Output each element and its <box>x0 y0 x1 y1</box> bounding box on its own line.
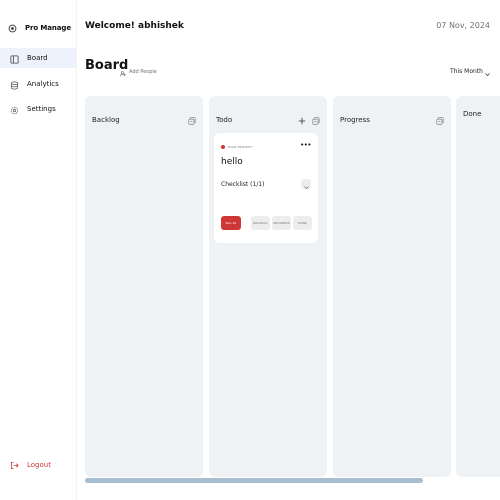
move-done-button[interactable]: DONE <box>293 216 312 230</box>
column-progress: Progress <box>333 96 451 477</box>
logout-button[interactable]: Logout <box>10 455 51 474</box>
current-date: 07 Nov, 2024 <box>436 21 490 30</box>
sidebar-item-label: Settings <box>27 105 56 113</box>
task-card[interactable]: HIGH PRIORITY ••• hello Checklist (1/1) … <box>214 133 318 243</box>
column-header: Done <box>463 110 493 118</box>
column-title: Todo <box>216 115 233 124</box>
move-backlog-button[interactable]: BACKLOG <box>251 216 270 230</box>
sidebar-item-board[interactable]: Board <box>0 48 76 68</box>
brand-name: Pro Manage <box>25 23 71 32</box>
database-icon <box>10 75 19 94</box>
column-header: Todo <box>216 110 320 129</box>
logout-label: Logout <box>27 460 51 469</box>
sidebar: Pro Manage Board Analytics Settings Logo… <box>0 0 76 500</box>
sidebar-item-settings[interactable]: Settings <box>0 99 76 119</box>
collapse-all-icon[interactable] <box>436 110 444 129</box>
layout-icon <box>10 49 19 68</box>
sidebar-divider <box>76 0 77 500</box>
column-title: Done <box>463 110 482 118</box>
sidebar-item-label: Analytics <box>27 80 59 88</box>
column-backlog: Backlog <box>85 96 203 477</box>
column-title: Progress <box>340 115 370 124</box>
collapse-all-icon[interactable] <box>312 110 320 129</box>
horizontal-scrollbar[interactable] <box>85 478 423 483</box>
column-title: Backlog <box>92 115 120 124</box>
priority-dot <box>221 145 225 149</box>
logo-icon <box>8 18 17 37</box>
add-people-label: Add People <box>129 68 157 75</box>
add-task-icon[interactable] <box>298 110 306 129</box>
checklist-label: Checklist (1/1) <box>221 181 265 188</box>
priority-label: HIGH PRIORITY <box>228 145 254 149</box>
column-header: Progress <box>340 110 444 129</box>
column-done: Done <box>456 96 500 477</box>
welcome-message: Welcome! abhishek <box>85 21 184 31</box>
period-select[interactable]: This Month <box>450 62 490 81</box>
brand: Pro Manage <box>8 18 71 37</box>
add-people-button[interactable]: Add People <box>120 62 157 81</box>
more-options-icon[interactable]: ••• <box>300 142 311 149</box>
column-header: Backlog <box>92 110 196 129</box>
sidebar-item-label: Board <box>27 54 48 62</box>
due-date-badge[interactable]: Nov 10 <box>221 216 241 230</box>
collapse-all-icon[interactable] <box>188 110 196 129</box>
move-progress-button[interactable]: PROGRESS <box>272 216 291 230</box>
checklist-toggle-button[interactable] <box>301 179 311 189</box>
chevron-down-icon <box>485 62 490 81</box>
chevron-down-icon <box>303 175 309 194</box>
logout-icon <box>10 455 19 474</box>
task-title: hello <box>221 157 243 167</box>
period-label: This Month <box>450 68 483 75</box>
add-user-icon <box>120 62 126 81</box>
gear-icon <box>10 100 19 119</box>
sidebar-item-analytics[interactable]: Analytics <box>0 74 76 94</box>
priority-indicator: HIGH PRIORITY <box>221 145 253 149</box>
